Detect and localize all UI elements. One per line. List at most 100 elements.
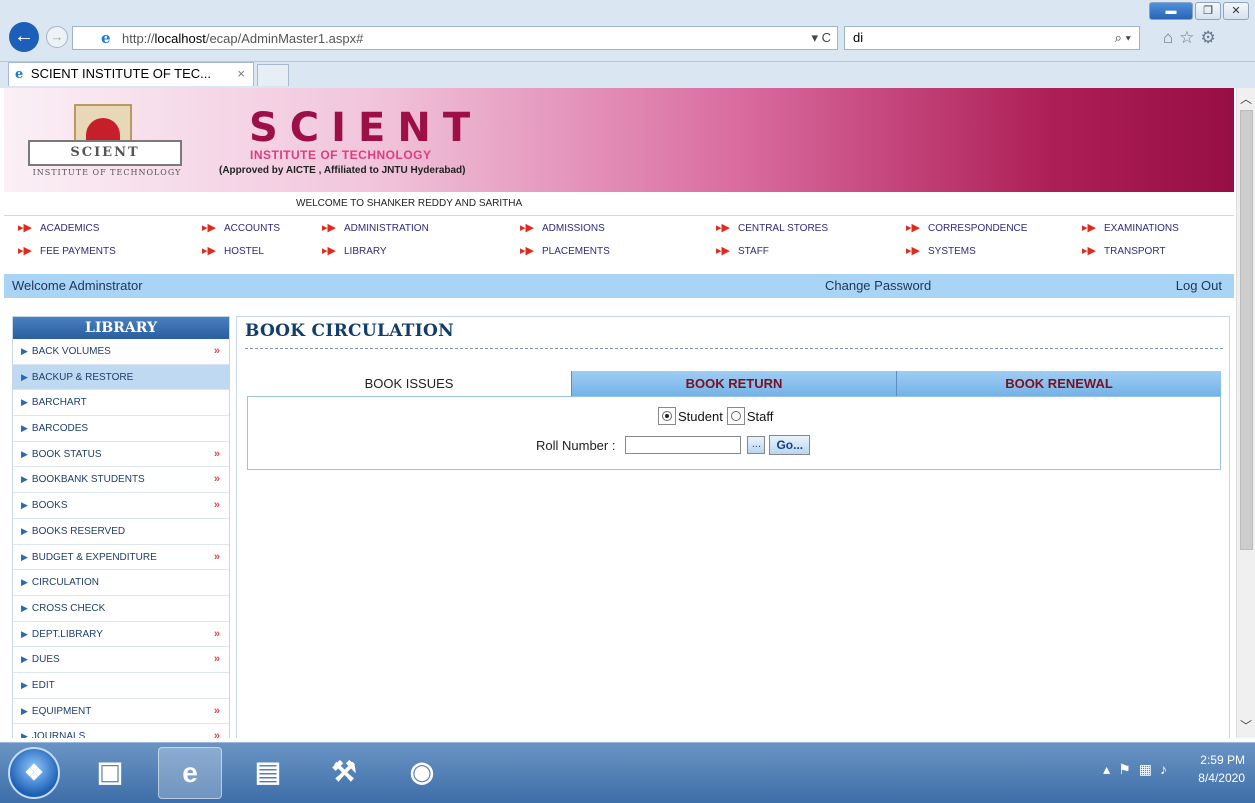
action-center-icon[interactable]: ⚑ bbox=[1118, 761, 1139, 777]
bullet-icon: ▶ bbox=[21, 371, 28, 382]
menu-item-placements[interactable]: ▸▶ PLACEMENTS bbox=[520, 244, 610, 257]
tab-close-icon[interactable]: × bbox=[237, 63, 245, 85]
tools-app-icon[interactable]: ⚒ bbox=[312, 747, 376, 799]
main-panel: BOOK CIRCULATION BOOK ISSUES BOOK RETURN… bbox=[236, 316, 1230, 738]
file-explorer-icon[interactable]: ▤ bbox=[236, 747, 300, 799]
sidebar-item[interactable]: ▶ BARCHART bbox=[13, 390, 229, 417]
sidebar-title: LIBRARY bbox=[13, 317, 229, 339]
issue-form-panel: Student Staff Roll Number : ... Go... bbox=[247, 396, 1221, 470]
menu-arrow-icon: ▸▶ bbox=[520, 245, 534, 257]
menu-item-academics[interactable]: ▸▶ ACADEMICS bbox=[18, 221, 99, 234]
windows-taskbar: ❖ ▣ e ▤ ⚒ ◉ ▴⚑▦♪ 2:59 PM 8/4/2020 bbox=[0, 742, 1255, 803]
menu-arrow-icon: ▸▶ bbox=[906, 245, 920, 257]
menu-item-administration[interactable]: ▸▶ ADMINISTRATION bbox=[322, 221, 429, 234]
tab-book-return[interactable]: BOOK RETURN bbox=[571, 371, 896, 396]
sidebar-item-label: BACK VOLUMES bbox=[31, 346, 111, 357]
sidebar-item-label: CIRCULATION bbox=[31, 577, 99, 589]
menu-item-staff[interactable]: ▸▶ STAFF bbox=[716, 244, 769, 257]
menu-item-systems[interactable]: ▸▶ SYSTEMS bbox=[906, 244, 976, 257]
clock[interactable]: 2:59 PM 8/4/2020 bbox=[1198, 751, 1245, 787]
home-icon[interactable]: ⌂ bbox=[1163, 28, 1179, 47]
sidebar-item[interactable]: ▶ CROSS CHECK bbox=[13, 595, 229, 622]
submenu-arrow-icon: » bbox=[213, 345, 220, 357]
forward-button[interactable]: → bbox=[46, 26, 68, 48]
menu-item-library[interactable]: ▸▶ LIBRARY bbox=[322, 244, 387, 257]
menu-item-central-stores[interactable]: ▸▶ CENTRAL STORES bbox=[716, 221, 828, 234]
refresh-controls[interactable]: ▾ C bbox=[811, 30, 831, 46]
menu-item-hostel[interactable]: ▸▶ HOSTEL bbox=[202, 244, 264, 257]
menu-item-correspondence[interactable]: ▸▶ CORRESPONDENCE bbox=[906, 221, 1027, 234]
media-player-icon[interactable]: ▣ bbox=[78, 747, 142, 799]
welcome-admin-text: Welcome Adminstrator bbox=[12, 278, 143, 293]
browser-tab[interactable]: e SCIENT INSTITUTE OF TEC... × bbox=[8, 62, 254, 86]
student-radio[interactable] bbox=[658, 407, 676, 425]
change-password-link[interactable]: Change Password bbox=[825, 274, 931, 298]
chrome-icon[interactable]: ◉ bbox=[390, 747, 454, 799]
user-bar: Welcome Adminstrator Change Password Log… bbox=[4, 274, 1234, 298]
sidebar-item-label: DUES bbox=[31, 654, 60, 666]
sidebar-item[interactable]: ▶ BOOKS RESERVED bbox=[13, 518, 229, 545]
sidebar-item[interactable]: ▶ BACK VOLUMES » bbox=[13, 339, 229, 365]
url-prefix: http:// bbox=[122, 30, 155, 46]
network-icon[interactable]: ▦ bbox=[1139, 761, 1160, 777]
tab-ie-icon: e bbox=[15, 67, 24, 82]
menu-item-transport[interactable]: ▸▶ TRANSPORT bbox=[1082, 244, 1165, 257]
logout-link[interactable]: Log Out bbox=[1176, 274, 1222, 298]
url-host: localhost bbox=[154, 30, 206, 46]
scroll-up-icon[interactable]: ︿ bbox=[1240, 90, 1252, 107]
search-value: di bbox=[853, 30, 864, 45]
sidebar-item[interactable]: ▶ DEPT.LIBRARY » bbox=[13, 621, 229, 648]
sidebar-item[interactable]: ▶ BACKUP & RESTORE bbox=[13, 364, 229, 391]
sidebar-item-label: JOURNALS bbox=[31, 731, 86, 738]
sidebar-item[interactable]: ▶ BOOKS » bbox=[13, 493, 229, 519]
roll-number-input[interactable] bbox=[625, 436, 742, 454]
sidebar-item[interactable]: ▶ BOOKBANK STUDENTS » bbox=[13, 467, 229, 494]
go-button[interactable]: Go... bbox=[769, 435, 811, 455]
internet-explorer-icon[interactable]: e bbox=[158, 747, 222, 799]
menu-item-accounts[interactable]: ▸▶ ACCOUNTS bbox=[202, 221, 280, 234]
scroll-down-icon[interactable]: ﹀ bbox=[1240, 717, 1252, 734]
sidebar-item-label: BOOKBANK STUDENTS bbox=[31, 474, 145, 486]
sidebar-item[interactable]: ▶ JOURNALS » bbox=[13, 724, 229, 738]
sidebar-item[interactable]: ▶ BARCODES bbox=[13, 416, 229, 442]
sidebar-item[interactable]: ▶ EDIT bbox=[13, 672, 229, 699]
close-window-button[interactable]: ✕ bbox=[1223, 2, 1249, 20]
menu-arrow-icon: ▸▶ bbox=[202, 222, 216, 234]
sidebar-item[interactable]: ▶ BOOK STATUS » bbox=[13, 441, 229, 468]
tab-book-issues[interactable]: BOOK ISSUES bbox=[247, 371, 571, 396]
show-hidden-icon[interactable]: ▴ bbox=[1103, 761, 1118, 777]
main-menu: ▸▶ ACADEMICS ▸▶ ACCOUNTS ▸▶ ADMINISTRATION … bbox=[4, 218, 1234, 272]
logo-subtitle: INSTITUTE OF TECHNOLOGY bbox=[32, 168, 182, 177]
submenu-arrow-icon: » bbox=[213, 730, 220, 738]
back-button[interactable]: ← bbox=[9, 22, 39, 52]
sidebar-item[interactable]: ▶ BUDGET & EXPENDITURE » bbox=[13, 544, 229, 571]
bullet-icon: ▶ bbox=[21, 551, 28, 562]
search-box[interactable]: di ⌕ ▾ bbox=[844, 26, 1140, 50]
start-button[interactable]: ❖ bbox=[8, 747, 60, 799]
menu-item-admissions[interactable]: ▸▶ ADMISSIONS bbox=[520, 221, 605, 234]
menu-item-examinations[interactable]: ▸▶ EXAMINATIONS bbox=[1082, 221, 1179, 234]
sidebar-item[interactable]: ▶ DUES » bbox=[13, 647, 229, 673]
search-icon[interactable]: ⌕ ▾ bbox=[1115, 27, 1131, 49]
title-divider bbox=[245, 348, 1223, 349]
vertical-scrollbar[interactable]: ︿ ﹀ bbox=[1236, 88, 1255, 738]
sidebar-item-label: BARCODES bbox=[31, 423, 89, 435]
staff-radio[interactable] bbox=[726, 407, 745, 425]
submenu-arrow-icon: » bbox=[213, 704, 220, 717]
browse-button[interactable]: ... bbox=[747, 436, 766, 454]
favorites-icon[interactable]: ☆ bbox=[1179, 28, 1200, 47]
sidebar-item[interactable]: ▶ EQUIPMENT » bbox=[13, 698, 229, 725]
url-path: /ecap/AdminMaster1.aspx# bbox=[205, 30, 364, 46]
sidebar-item[interactable]: ▶ CIRCULATION bbox=[13, 570, 229, 596]
new-tab-button[interactable] bbox=[257, 64, 289, 86]
tab-book-renewal[interactable]: BOOK RENEWAL bbox=[896, 371, 1221, 396]
settings-icon[interactable]: ⚙ bbox=[1201, 28, 1222, 47]
sidebar-item-label: BOOKS RESERVED bbox=[31, 525, 126, 537]
bullet-icon: ▶ bbox=[21, 705, 28, 716]
address-bar[interactable]: e http://localhost/ecap/AdminMaster1.asp… bbox=[72, 26, 838, 50]
volume-icon[interactable]: ♪ bbox=[1160, 761, 1175, 777]
scroll-thumb[interactable] bbox=[1240, 110, 1253, 550]
restore-button[interactable]: ❐ bbox=[1195, 2, 1221, 20]
menu-item-fee-payments[interactable]: ▸▶ FEE PAYMENTS bbox=[18, 244, 116, 257]
minimize-button[interactable]: ▬ bbox=[1149, 2, 1193, 20]
